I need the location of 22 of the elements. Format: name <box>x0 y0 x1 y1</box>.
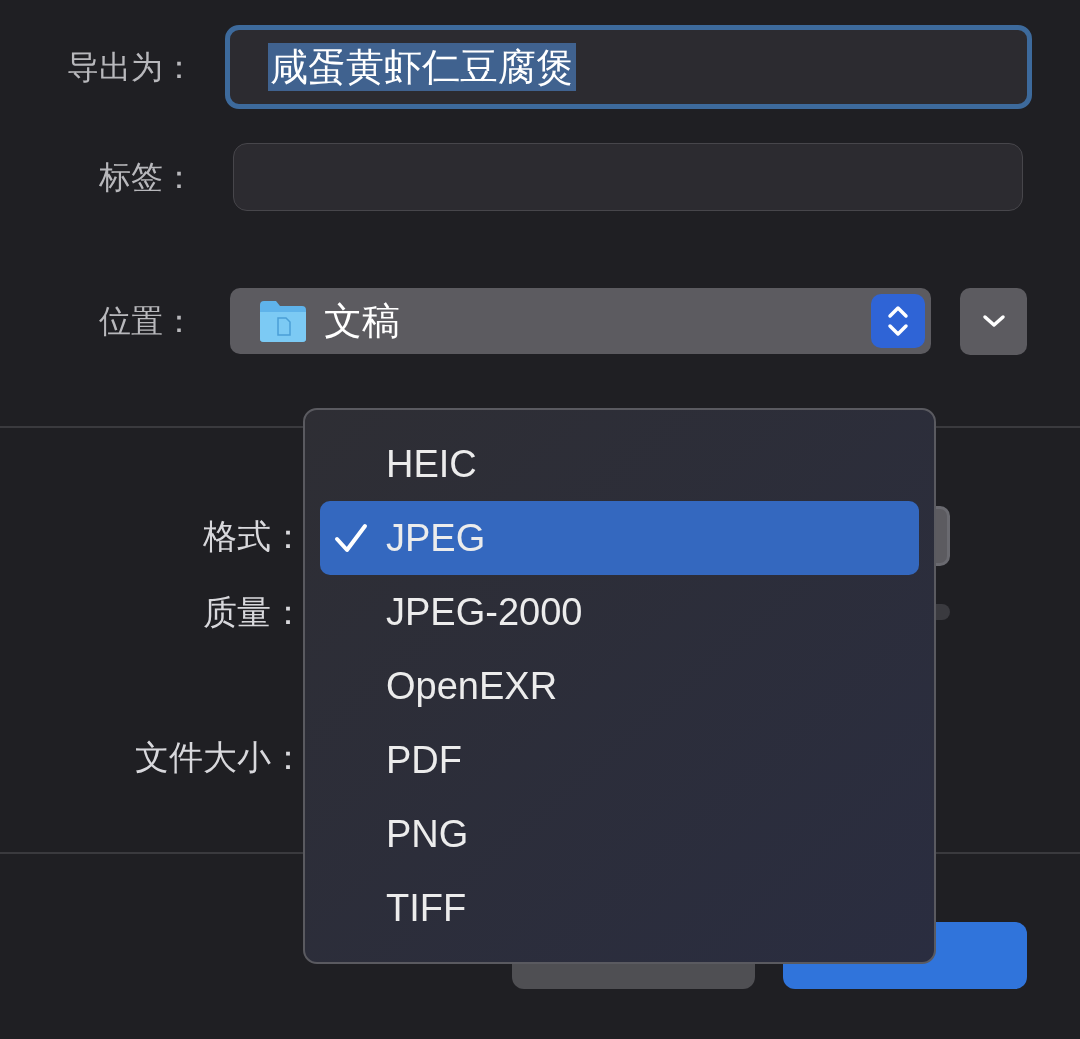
menu-item[interactable]: PDF <box>320 723 919 797</box>
expand-button[interactable] <box>960 287 1027 355</box>
location-popup[interactable]: 文稿 <box>230 288 931 354</box>
option-label: 文件大小： <box>134 736 305 778</box>
text-field[interactable] <box>233 143 1023 211</box>
menu-item[interactable]: JPEG-2000 <box>320 575 919 649</box>
field-label: 导出为： <box>66 48 195 87</box>
chevron-down-icon <box>981 314 1006 328</box>
location-value: 文稿 <box>324 298 401 344</box>
checkmark-icon <box>334 523 368 553</box>
field-label: 标签： <box>98 158 195 197</box>
menu-item[interactable]: OpenEXR <box>320 649 919 723</box>
menu-item[interactable]: PNG <box>320 797 919 871</box>
stepper-icon <box>871 294 925 348</box>
menu-item[interactable]: JPEG <box>320 501 919 575</box>
folder-icon <box>258 299 308 343</box>
field-label: 位置： <box>98 302 195 341</box>
text-field[interactable]: 咸蛋黄虾仁豆腐煲 <box>225 25 1032 109</box>
option-label: 格式： <box>202 515 305 557</box>
menu-item[interactable]: HEIC <box>320 427 919 501</box>
menu-item[interactable]: TIFF <box>320 871 919 945</box>
option-label: 质量： <box>202 591 305 633</box>
